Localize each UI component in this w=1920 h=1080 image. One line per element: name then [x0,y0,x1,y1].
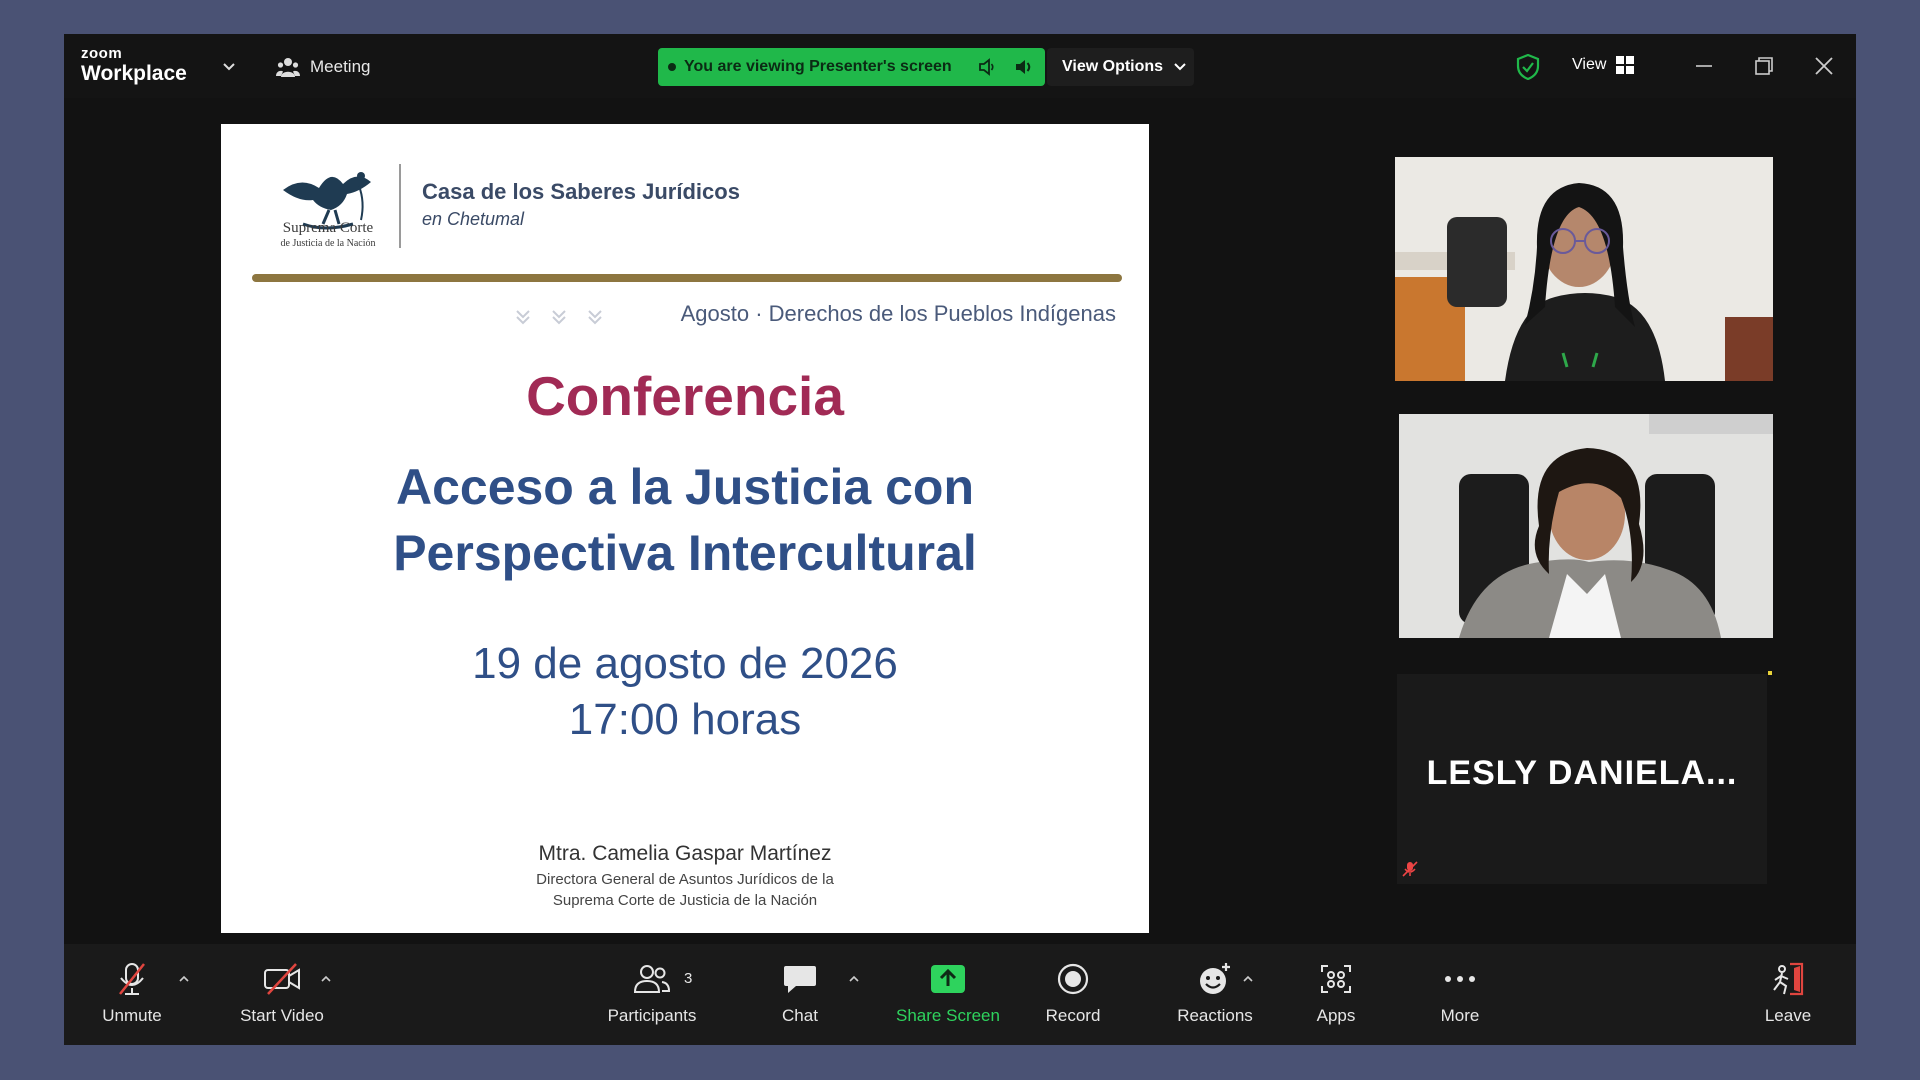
header-divider [399,164,401,248]
grid-icon [1616,56,1635,74]
participants-button[interactable]: Participants [592,944,712,1045]
event-title: Acceso a la Justicia con Perspectiva Int… [281,454,1089,586]
participants-count-badge: 3 [684,970,693,987]
gold-divider [252,274,1122,282]
leave-button[interactable]: Leave [1748,944,1828,1045]
view-label: View [1572,56,1607,73]
event-type: Conferencia [526,365,844,427]
event-datetime: 19 de agosto de 2026 17:00 horas [221,636,1149,748]
participant-video-tile-2[interactable] [1399,414,1773,638]
start-video-button[interactable]: Start Video [222,944,342,1045]
unmute-button[interactable]: Unmute [82,944,182,1045]
chevron-down-icon[interactable] [222,60,236,74]
crest-caption: Suprema Corte de Justicia de la Nación [273,220,383,249]
month-theme: Agosto · Derechos de los Pueblos Indígen… [680,301,1116,326]
people-icon [276,58,300,77]
record-icon [1057,963,1089,995]
share-screen-icon [931,965,965,993]
event-title-line2: Perspectiva Intercultural [393,525,977,581]
org-name: Casa de los Saberes Jurídicos [422,179,740,204]
chevron-down-icon [1174,63,1186,71]
unmute-label: Unmute [102,1006,162,1025]
meeting-info-button[interactable]: Meeting [276,56,370,78]
reactions-options-caret-icon[interactable] [1242,974,1254,984]
video-options-caret-icon[interactable] [320,974,332,984]
view-options-button[interactable]: View Options [1047,48,1194,86]
muted-mic-icon [1402,861,1418,877]
zoom-workplace-logo[interactable]: zoom Workplace [81,46,187,84]
close-icon[interactable] [1810,52,1838,80]
reactions-button[interactable]: Reactions [1160,944,1270,1045]
video-off-icon [264,963,300,995]
chat-options-caret-icon[interactable] [848,974,860,984]
apps-icon [1321,965,1351,993]
microphone-muted-icon [119,963,145,995]
more-label: More [1440,1006,1480,1025]
audio-options-caret-icon[interactable] [178,974,190,984]
start-video-label: Start Video [240,1006,324,1025]
speaker-name: Mtra. Camelia Gaspar Martínez [538,842,832,865]
apps-label: Apps [1316,1006,1356,1025]
leave-label: Leave [1764,1006,1812,1025]
participants-icon [633,965,671,993]
participants-label: Participants [607,1006,697,1025]
view-button[interactable]: View [1572,56,1635,74]
speaker-icon[interactable] [977,57,997,77]
audio-output-icon[interactable] [1013,57,1033,77]
chat-bubble-icon [784,966,816,993]
chat-label: Chat [782,1006,818,1025]
share-screen-button[interactable]: Share Screen [883,944,1013,1045]
event-date: 19 de agosto de 2026 [472,639,898,688]
security-shield-icon[interactable] [1516,54,1540,80]
view-options-label: View Options [1062,58,1164,75]
org-city: en Chetumal [422,209,525,229]
meeting-controls-bar: Unmute Start Video Participants 3 Chat S… [64,944,1856,1045]
speaker-role-line1: Directora General de Asuntos Jurídicos d… [536,871,834,888]
crest-line1: Suprema Corte [282,220,374,236]
reactions-label: Reactions [1177,1006,1253,1025]
reactions-emoji-icon [1200,963,1230,994]
viewing-banner-text: You are viewing Presenter's screen [684,58,952,75]
viewing-presenter-banner[interactable]: You are viewing Presenter's screen [658,48,1045,86]
meeting-label: Meeting [310,57,371,76]
participant-2-video [1399,414,1773,638]
leave-door-icon [1773,962,1804,996]
crest-line2: de Justicia de la Nación [280,238,376,249]
status-dot-icon [668,63,676,71]
record-button[interactable]: Record [1028,944,1118,1045]
chat-button[interactable]: Chat [760,944,840,1045]
event-time: 17:00 horas [568,695,802,744]
zoom-window: zoom Workplace Meeting You are viewing P… [64,34,1856,1045]
title-bar: zoom Workplace Meeting You are viewing P… [64,34,1856,98]
shared-screen-slide[interactable]: Suprema Corte de Justicia de la Nación C… [221,124,1149,933]
logo-workplace-text: Workplace [81,62,187,85]
event-title-line1: Acceso a la Justicia con [395,459,975,515]
minimize-icon[interactable] [1690,52,1718,80]
logo-zoom-text: zoom [81,45,123,62]
more-dots-icon [1445,976,1475,982]
participant-3-name: LESLY DANIELA... [1426,754,1738,792]
more-button[interactable]: More [1420,944,1500,1045]
status-indicator [1768,671,1772,675]
record-label: Record [1045,1006,1101,1025]
share-screen-label: Share Screen [896,1006,1000,1025]
org-heading: Casa de los Saberes Jurídicos en Chetuma… [422,179,740,230]
speaker-role: Directora General de Asuntos Jurídicos d… [221,869,1149,911]
restore-icon[interactable] [1750,52,1778,80]
apps-button[interactable]: Apps [1296,944,1376,1045]
speaker-role-line2: Suprema Corte de Justicia de la Nación [552,892,818,909]
participant-name-tile-3[interactable]: LESLY DANIELA... [1397,674,1767,884]
participant-video-tile-1[interactable] [1395,157,1773,381]
participant-1-video [1395,157,1773,381]
